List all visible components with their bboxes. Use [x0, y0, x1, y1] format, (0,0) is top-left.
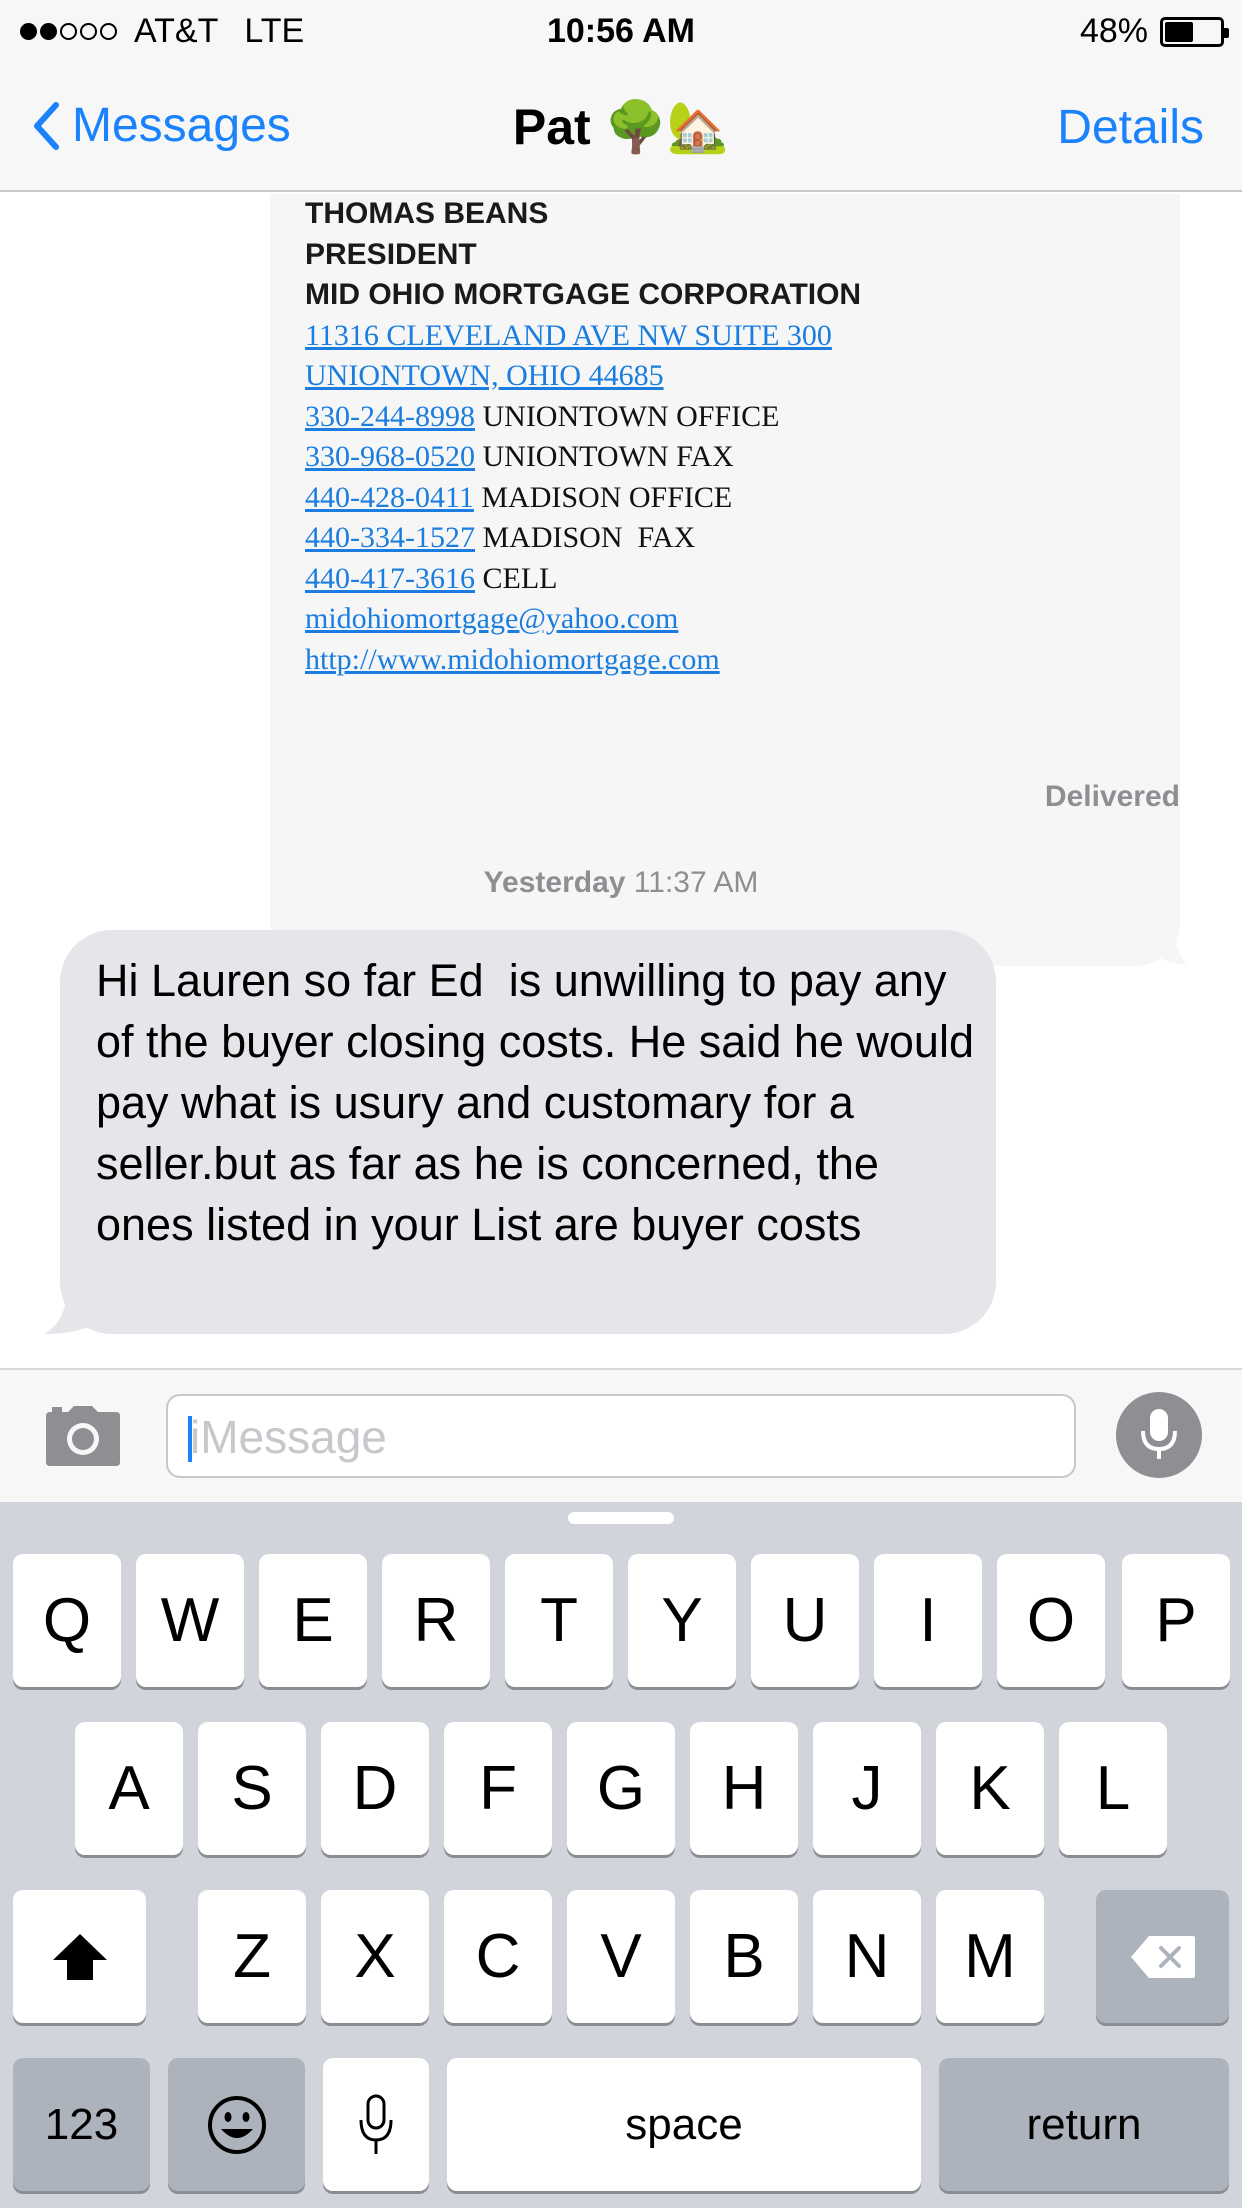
- backspace-icon: [1130, 1935, 1195, 1978]
- phone-link[interactable]: 440-428-0411: [305, 481, 474, 514]
- bubble-tail: [1160, 916, 1188, 964]
- conversation-title[interactable]: Pat 🌳🏡: [0, 98, 1242, 157]
- microphone-icon: [1141, 1409, 1177, 1459]
- phone-row: 440-428-0411 MADISON OFFICE: [305, 478, 1145, 519]
- numbers-key[interactable]: 123: [13, 2058, 150, 2191]
- phone-link[interactable]: 330-968-0520: [305, 440, 475, 473]
- key-k[interactable]: K: [936, 1722, 1044, 1855]
- address-link[interactable]: 11316 CLEVELAND AVE NW SUITE 300: [305, 319, 832, 352]
- emoji-key[interactable]: [168, 2058, 305, 2191]
- phone-row: 440-334-1527 MADISON FAX: [305, 518, 1145, 559]
- key-b[interactable]: B: [690, 1890, 798, 2023]
- timestamp-day: Yesterday: [483, 866, 626, 899]
- key-t[interactable]: T: [505, 1554, 613, 1687]
- timestamp-time: 11:37 AM: [633, 866, 759, 899]
- phone-link[interactable]: 440-334-1527: [305, 521, 475, 554]
- message-timestamp: Yesterday 11:37 AM: [0, 866, 1242, 900]
- message-list[interactable]: THOMAS BEANS PRESIDENT MID OHIO MORTGAGE…: [0, 194, 1242, 1368]
- battery-icon: [1160, 16, 1229, 47]
- space-key[interactable]: space: [447, 2058, 921, 2191]
- address-link[interactable]: UNIONTOWN, OHIO 44685: [305, 359, 664, 392]
- key-p[interactable]: P: [1122, 1554, 1230, 1687]
- delivered-status: Delivered: [1044, 780, 1180, 813]
- microphone-icon: [359, 2094, 393, 2154]
- battery-tip: [1224, 27, 1229, 38]
- signature-name: THOMAS BEANS: [305, 197, 549, 230]
- status-right: 48%: [1079, 12, 1229, 51]
- shift-key[interactable]: [13, 1890, 146, 2023]
- key-u[interactable]: U: [751, 1554, 859, 1687]
- camera-icon: [46, 1406, 120, 1466]
- nav-bar: Messages Pat 🌳🏡 Details: [0, 62, 1242, 192]
- keyboard: Q W E R T Y U I O P A S D F G H J K L Z …: [0, 1502, 1242, 2208]
- key-j[interactable]: J: [813, 1722, 921, 1855]
- status-time: 10:56 AM: [546, 12, 696, 50]
- message-input[interactable]: [190, 1406, 1050, 1468]
- status-bar: AT&T LTE 10:56 AM 48%: [0, 0, 1242, 62]
- phone-label: CELL: [482, 561, 558, 595]
- dictation-button[interactable]: [1116, 1392, 1202, 1478]
- key-f[interactable]: F: [444, 1722, 552, 1855]
- key-n[interactable]: N: [813, 1890, 921, 2023]
- key-d[interactable]: D: [321, 1722, 429, 1855]
- phone-label: MADISON FAX: [482, 521, 696, 554]
- phone-label: UNIONTOWN FAX: [482, 440, 734, 473]
- details-button[interactable]: Details: [1057, 100, 1204, 155]
- key-m[interactable]: M: [936, 1890, 1044, 2023]
- emoji-icon: [207, 2095, 266, 2154]
- keyboard-handle[interactable]: [568, 1512, 674, 1524]
- email-signature: THOMAS BEANS PRESIDENT MID OHIO MORTGAGE…: [305, 194, 1145, 680]
- compose-bar: [0, 1368, 1242, 1502]
- phone-label: MADISON OFFICE: [481, 480, 733, 514]
- phone-label: UNIONTOWN OFFICE: [482, 399, 780, 433]
- dictation-key[interactable]: [323, 2058, 429, 2191]
- delete-key[interactable]: [1096, 1890, 1229, 2023]
- key-g[interactable]: G: [567, 1722, 675, 1855]
- phone-link[interactable]: 330-244-8998: [305, 400, 475, 433]
- key-q[interactable]: Q: [13, 1554, 121, 1687]
- signature-company: MID OHIO MORTGAGE CORPORATION: [305, 278, 862, 311]
- key-y[interactable]: Y: [628, 1554, 736, 1687]
- key-w[interactable]: W: [136, 1554, 244, 1687]
- key-i[interactable]: I: [874, 1554, 982, 1687]
- website-link[interactable]: http://www.midohiomortgage.com: [305, 643, 720, 676]
- key-c[interactable]: C: [444, 1890, 552, 2023]
- battery-percent: 48%: [1079, 12, 1148, 50]
- phone-row: 330-968-0520 UNIONTOWN FAX: [305, 437, 1145, 478]
- email-link[interactable]: midohiomortgage@yahoo.com: [305, 602, 678, 635]
- phone-row: 440-417-3616 CELL: [305, 559, 1145, 600]
- key-x[interactable]: X: [321, 1890, 429, 2023]
- phone-link[interactable]: 440-417-3616: [305, 562, 475, 595]
- key-l[interactable]: L: [1059, 1722, 1167, 1855]
- key-a[interactable]: A: [75, 1722, 183, 1855]
- key-z[interactable]: Z: [198, 1890, 306, 2023]
- battery-fill: [1165, 21, 1193, 42]
- message-input-field[interactable]: [166, 1394, 1076, 1478]
- key-r[interactable]: R: [382, 1554, 490, 1687]
- key-v[interactable]: V: [567, 1890, 675, 2023]
- received-message-text: Hi Lauren so far Ed is unwilling to pay …: [96, 955, 974, 1250]
- phone-row: 330-244-8998 UNIONTOWN OFFICE: [305, 397, 1145, 438]
- shift-icon: [52, 1933, 107, 1980]
- return-key[interactable]: return: [939, 2058, 1229, 2191]
- signature-role: PRESIDENT: [305, 237, 477, 271]
- key-s[interactable]: S: [198, 1722, 306, 1855]
- camera-button[interactable]: [44, 1404, 122, 1473]
- key-h[interactable]: H: [690, 1722, 798, 1855]
- key-e[interactable]: E: [259, 1554, 367, 1687]
- key-o[interactable]: O: [997, 1554, 1105, 1687]
